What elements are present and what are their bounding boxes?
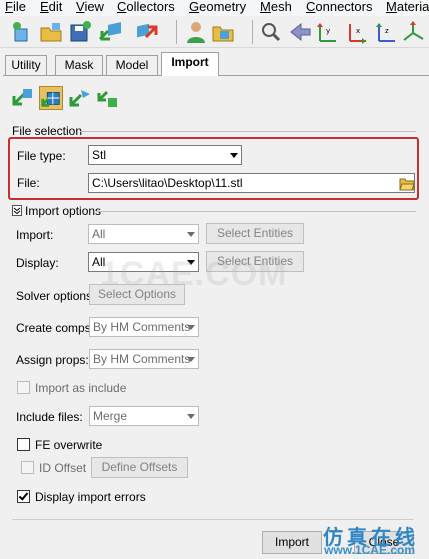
import-icon[interactable]: [98, 19, 124, 45]
options-icon[interactable]: [210, 19, 236, 45]
assign-props-label: Assign props:: [16, 353, 89, 367]
import-as-include-label: Import as include: [35, 381, 127, 395]
import-label: Import:: [16, 228, 54, 242]
tab-import[interactable]: Import: [161, 52, 219, 76]
collapse-icon[interactable]: [12, 205, 22, 216]
chevron-down-icon: [230, 153, 238, 158]
menu-materials[interactable]: Materia: [386, 0, 429, 14]
menu-edit[interactable]: Edit: [40, 0, 62, 14]
file-type-value: Stl: [92, 148, 107, 162]
display-import-errors-label: Display import errors: [35, 490, 146, 504]
import-value: All: [92, 227, 106, 241]
menu-collectors[interactable]: Collectors: [117, 0, 175, 14]
create-comps-label: Create comps:: [16, 321, 95, 335]
group-divider: [80, 131, 416, 132]
import-as-include-checkbox[interactable]: [17, 381, 30, 394]
bottom-divider: [12, 519, 414, 520]
include-files-dropdown[interactable]: Merge: [89, 406, 199, 426]
view-xz-icon[interactable]: y: [314, 19, 340, 45]
menu-file[interactable]: File: [5, 0, 26, 14]
fe-overwrite-checkbox[interactable]: [17, 438, 30, 451]
browse-folder-icon[interactable]: [399, 175, 415, 191]
toolbar: y x z: [0, 16, 429, 48]
menu-bar: File Edit View Collectors Geometry Mesh …: [0, 0, 429, 16]
create-comps-dropdown[interactable]: By HM Comments: [89, 317, 199, 337]
file-selection-header: File selection: [12, 124, 83, 138]
tab-utility[interactable]: Utility: [5, 55, 47, 75]
file-path-field[interactable]: C:\Users\litao\Desktop\11.stl: [88, 173, 415, 193]
assign-props-dropdown[interactable]: By HM Comments: [89, 349, 199, 369]
menu-connectors[interactable]: Connectors: [306, 0, 372, 14]
chevron-down-icon: [187, 357, 195, 362]
file-path-value: C:\Users\litao\Desktop\11.stl: [92, 176, 243, 190]
chevron-down-icon: [187, 414, 195, 419]
id-offset-label: ID Offset: [39, 461, 87, 475]
view-yx-icon[interactable]: x: [344, 19, 370, 45]
import-button[interactable]: Import: [262, 531, 322, 554]
svg-text:z: z: [385, 27, 389, 35]
toolbar-separator: [176, 20, 177, 44]
menu-view[interactable]: View: [76, 0, 104, 14]
import-geometry-icon[interactable]: [39, 86, 63, 110]
define-offsets-button[interactable]: Define Offsets: [91, 457, 188, 478]
import-options-header: Import options: [25, 204, 102, 218]
select-entities-button[interactable]: Select Entities: [206, 223, 304, 244]
toolbar-separator: [252, 20, 253, 44]
import-connectors-icon[interactable]: [96, 86, 120, 110]
file-type-label: File type:: [17, 149, 66, 163]
checkmark-icon: [18, 490, 29, 501]
svg-text:y: y: [326, 27, 330, 35]
zoom-icon[interactable]: [258, 19, 284, 45]
tab-model[interactable]: Model: [106, 55, 158, 75]
chevron-down-icon: [187, 232, 195, 237]
fe-overwrite-label: FE overwrite: [35, 438, 103, 452]
menu-mesh[interactable]: Mesh: [260, 0, 292, 14]
user-profile-icon[interactable]: [183, 19, 209, 45]
view-zy-icon[interactable]: z: [373, 19, 399, 45]
select-options-button[interactable]: Select Options: [89, 284, 185, 305]
include-files-value: Merge: [93, 409, 128, 423]
display-label: Display:: [16, 256, 59, 270]
include-files-label: Include files:: [16, 410, 83, 424]
save-model-icon[interactable]: [67, 19, 93, 45]
assign-props-value: By HM Comments: [93, 352, 191, 366]
open-model-icon[interactable]: [38, 19, 64, 45]
group-divider: [96, 211, 416, 212]
export-icon[interactable]: [134, 19, 160, 45]
import-dropdown[interactable]: All: [88, 224, 199, 244]
new-model-icon[interactable]: [9, 19, 35, 45]
create-comps-value: By HM Comments: [93, 320, 191, 334]
tab-mask[interactable]: Mask: [55, 55, 103, 75]
chevron-down-icon: [187, 325, 195, 330]
brand-url: www.1CAE.com: [324, 543, 415, 557]
view-iso-icon[interactable]: [401, 19, 427, 45]
import-solver-deck-icon[interactable]: [68, 86, 92, 110]
back-icon[interactable]: [287, 19, 313, 45]
file-type-dropdown[interactable]: Stl: [88, 145, 242, 165]
svg-text:x: x: [356, 27, 360, 35]
menu-geometry[interactable]: Geometry: [189, 0, 246, 14]
solver-options-label: Solver options:: [16, 289, 96, 303]
import-model-icon[interactable]: [11, 86, 35, 110]
display-import-errors-checkbox[interactable]: [17, 490, 30, 503]
file-label: File:: [17, 176, 40, 190]
id-offset-checkbox[interactable]: [21, 461, 34, 474]
